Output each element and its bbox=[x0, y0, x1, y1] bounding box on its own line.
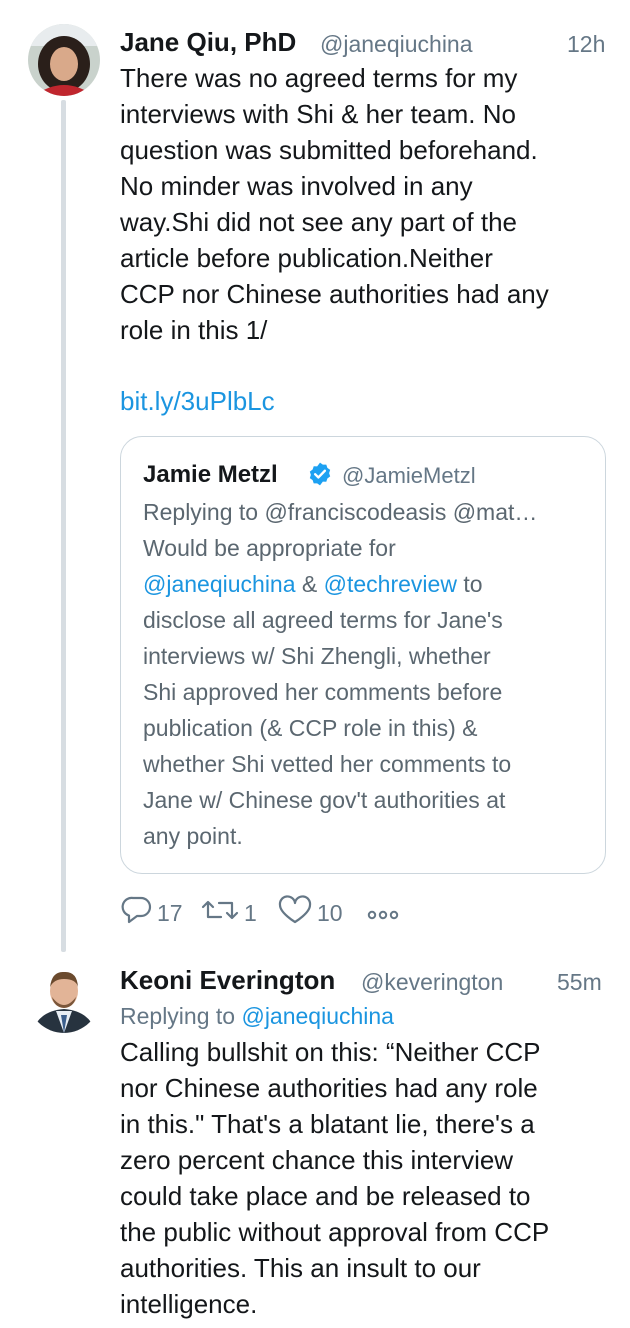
timestamp[interactable]: 55m bbox=[557, 969, 602, 996]
mention-techreview[interactable]: @techreview bbox=[324, 571, 457, 597]
like-count: 10 bbox=[317, 899, 343, 926]
quoted-text-line: publication (& CCP role in this) & bbox=[143, 715, 478, 741]
retweet-button[interactable]: 1 bbox=[200, 895, 257, 931]
tweet-text-line: role in this 1/ bbox=[120, 315, 268, 345]
like-button[interactable]: 10 bbox=[277, 895, 343, 931]
ampersand-text: & bbox=[295, 571, 324, 597]
tweet-text-line: Calling bullshit on this: “Neither CCP bbox=[120, 1037, 541, 1067]
tweet-text-line: No minder was involved in any bbox=[120, 171, 473, 201]
quoted-text-line: disclose all agreed terms for Jane's bbox=[143, 607, 503, 633]
quoted-text: Would be appropriate for @janeqiuchina &… bbox=[143, 530, 603, 854]
quoted-replying-to: Replying to @franciscodeasis @mat… bbox=[143, 499, 538, 525]
quoted-text-fragment: to bbox=[456, 571, 483, 597]
tweet-text-line: zero percent chance this interview bbox=[120, 1145, 514, 1175]
more-icon bbox=[366, 902, 404, 929]
quoted-text-line: Jane w/ Chinese gov't authorities at bbox=[143, 787, 506, 813]
mention-janeqiuchina[interactable]: @janeqiuchina bbox=[143, 571, 296, 597]
tweet-text-line: intelligence. bbox=[120, 1289, 258, 1319]
quoted-text-line: whether Shi vetted her comments to bbox=[143, 751, 512, 777]
tweet-link[interactable]: bit.ly/3uPlbLc bbox=[120, 386, 275, 417]
thread-connector-line bbox=[61, 100, 66, 952]
tweet-text-line: could take place and be released to bbox=[120, 1181, 531, 1211]
tweet-text-line: CCP nor Chinese authorities had any bbox=[120, 279, 549, 309]
tweet-text: There was no agreed terms for my intervi… bbox=[120, 60, 620, 348]
more-button[interactable] bbox=[366, 902, 404, 929]
retweet-count: 1 bbox=[244, 899, 257, 926]
like-icon bbox=[277, 895, 317, 931]
author-name[interactable]: Keoni Everington bbox=[120, 965, 335, 996]
quoted-author-name: Jamie Metzl bbox=[143, 461, 278, 488]
reply-button[interactable]: 17 bbox=[121, 895, 183, 931]
replying-to: Replying to @janeqiuchina bbox=[120, 1003, 394, 1030]
tweet-text-line: the public without approval from CCP bbox=[120, 1217, 550, 1247]
tweet-text-line: in this." That's a blatant lie, there's … bbox=[120, 1109, 535, 1139]
verified-icon bbox=[307, 461, 333, 492]
tweet-text: Calling bullshit on this: “Neither CCP n… bbox=[120, 1034, 625, 1322]
tweet-text-line: authorities. This an insult to our bbox=[120, 1253, 481, 1283]
avatar[interactable] bbox=[28, 24, 100, 96]
tweet-text-line: way.Shi did not see any part of the bbox=[120, 207, 517, 237]
retweet-icon bbox=[200, 895, 244, 931]
quoted-text-line: Shi approved her comments before bbox=[143, 679, 503, 705]
replying-to-label: Replying to bbox=[120, 1003, 242, 1029]
quoted-author-handle: @JamieMetzl bbox=[342, 463, 476, 488]
tweet-text-line: interviews with Shi & her team. No bbox=[120, 99, 516, 129]
reply-count: 17 bbox=[157, 899, 183, 926]
tweet-text-line: question was submitted beforehand. bbox=[120, 135, 538, 165]
quoted-text-line: any point. bbox=[143, 823, 243, 849]
tweet-text-line: article before publication.Neither bbox=[120, 243, 493, 273]
author-name[interactable]: Jane Qiu, PhD bbox=[120, 27, 296, 58]
author-handle[interactable]: @janeqiuchina bbox=[320, 31, 473, 58]
mention-janeqiuchina[interactable]: @janeqiuchina bbox=[241, 1003, 394, 1029]
quoted-text-line: Would be appropriate for bbox=[143, 535, 396, 561]
author-handle[interactable]: @keverington bbox=[361, 969, 503, 996]
reply-icon bbox=[121, 895, 157, 931]
avatar[interactable] bbox=[28, 961, 100, 1033]
tweet-text-line: There was no agreed terms for my bbox=[120, 63, 518, 93]
quoted-tweet[interactable]: Jamie Metzl @JamieMetzl Replying to @fra… bbox=[120, 436, 606, 874]
quoted-text-line: @janeqiuchina & @techreview to bbox=[143, 566, 603, 602]
timestamp[interactable]: 12h bbox=[567, 31, 605, 58]
tweet-text-line: nor Chinese authorities had any role bbox=[120, 1073, 538, 1103]
quoted-text-line: interviews w/ Shi Zhengli, whether bbox=[143, 643, 491, 669]
